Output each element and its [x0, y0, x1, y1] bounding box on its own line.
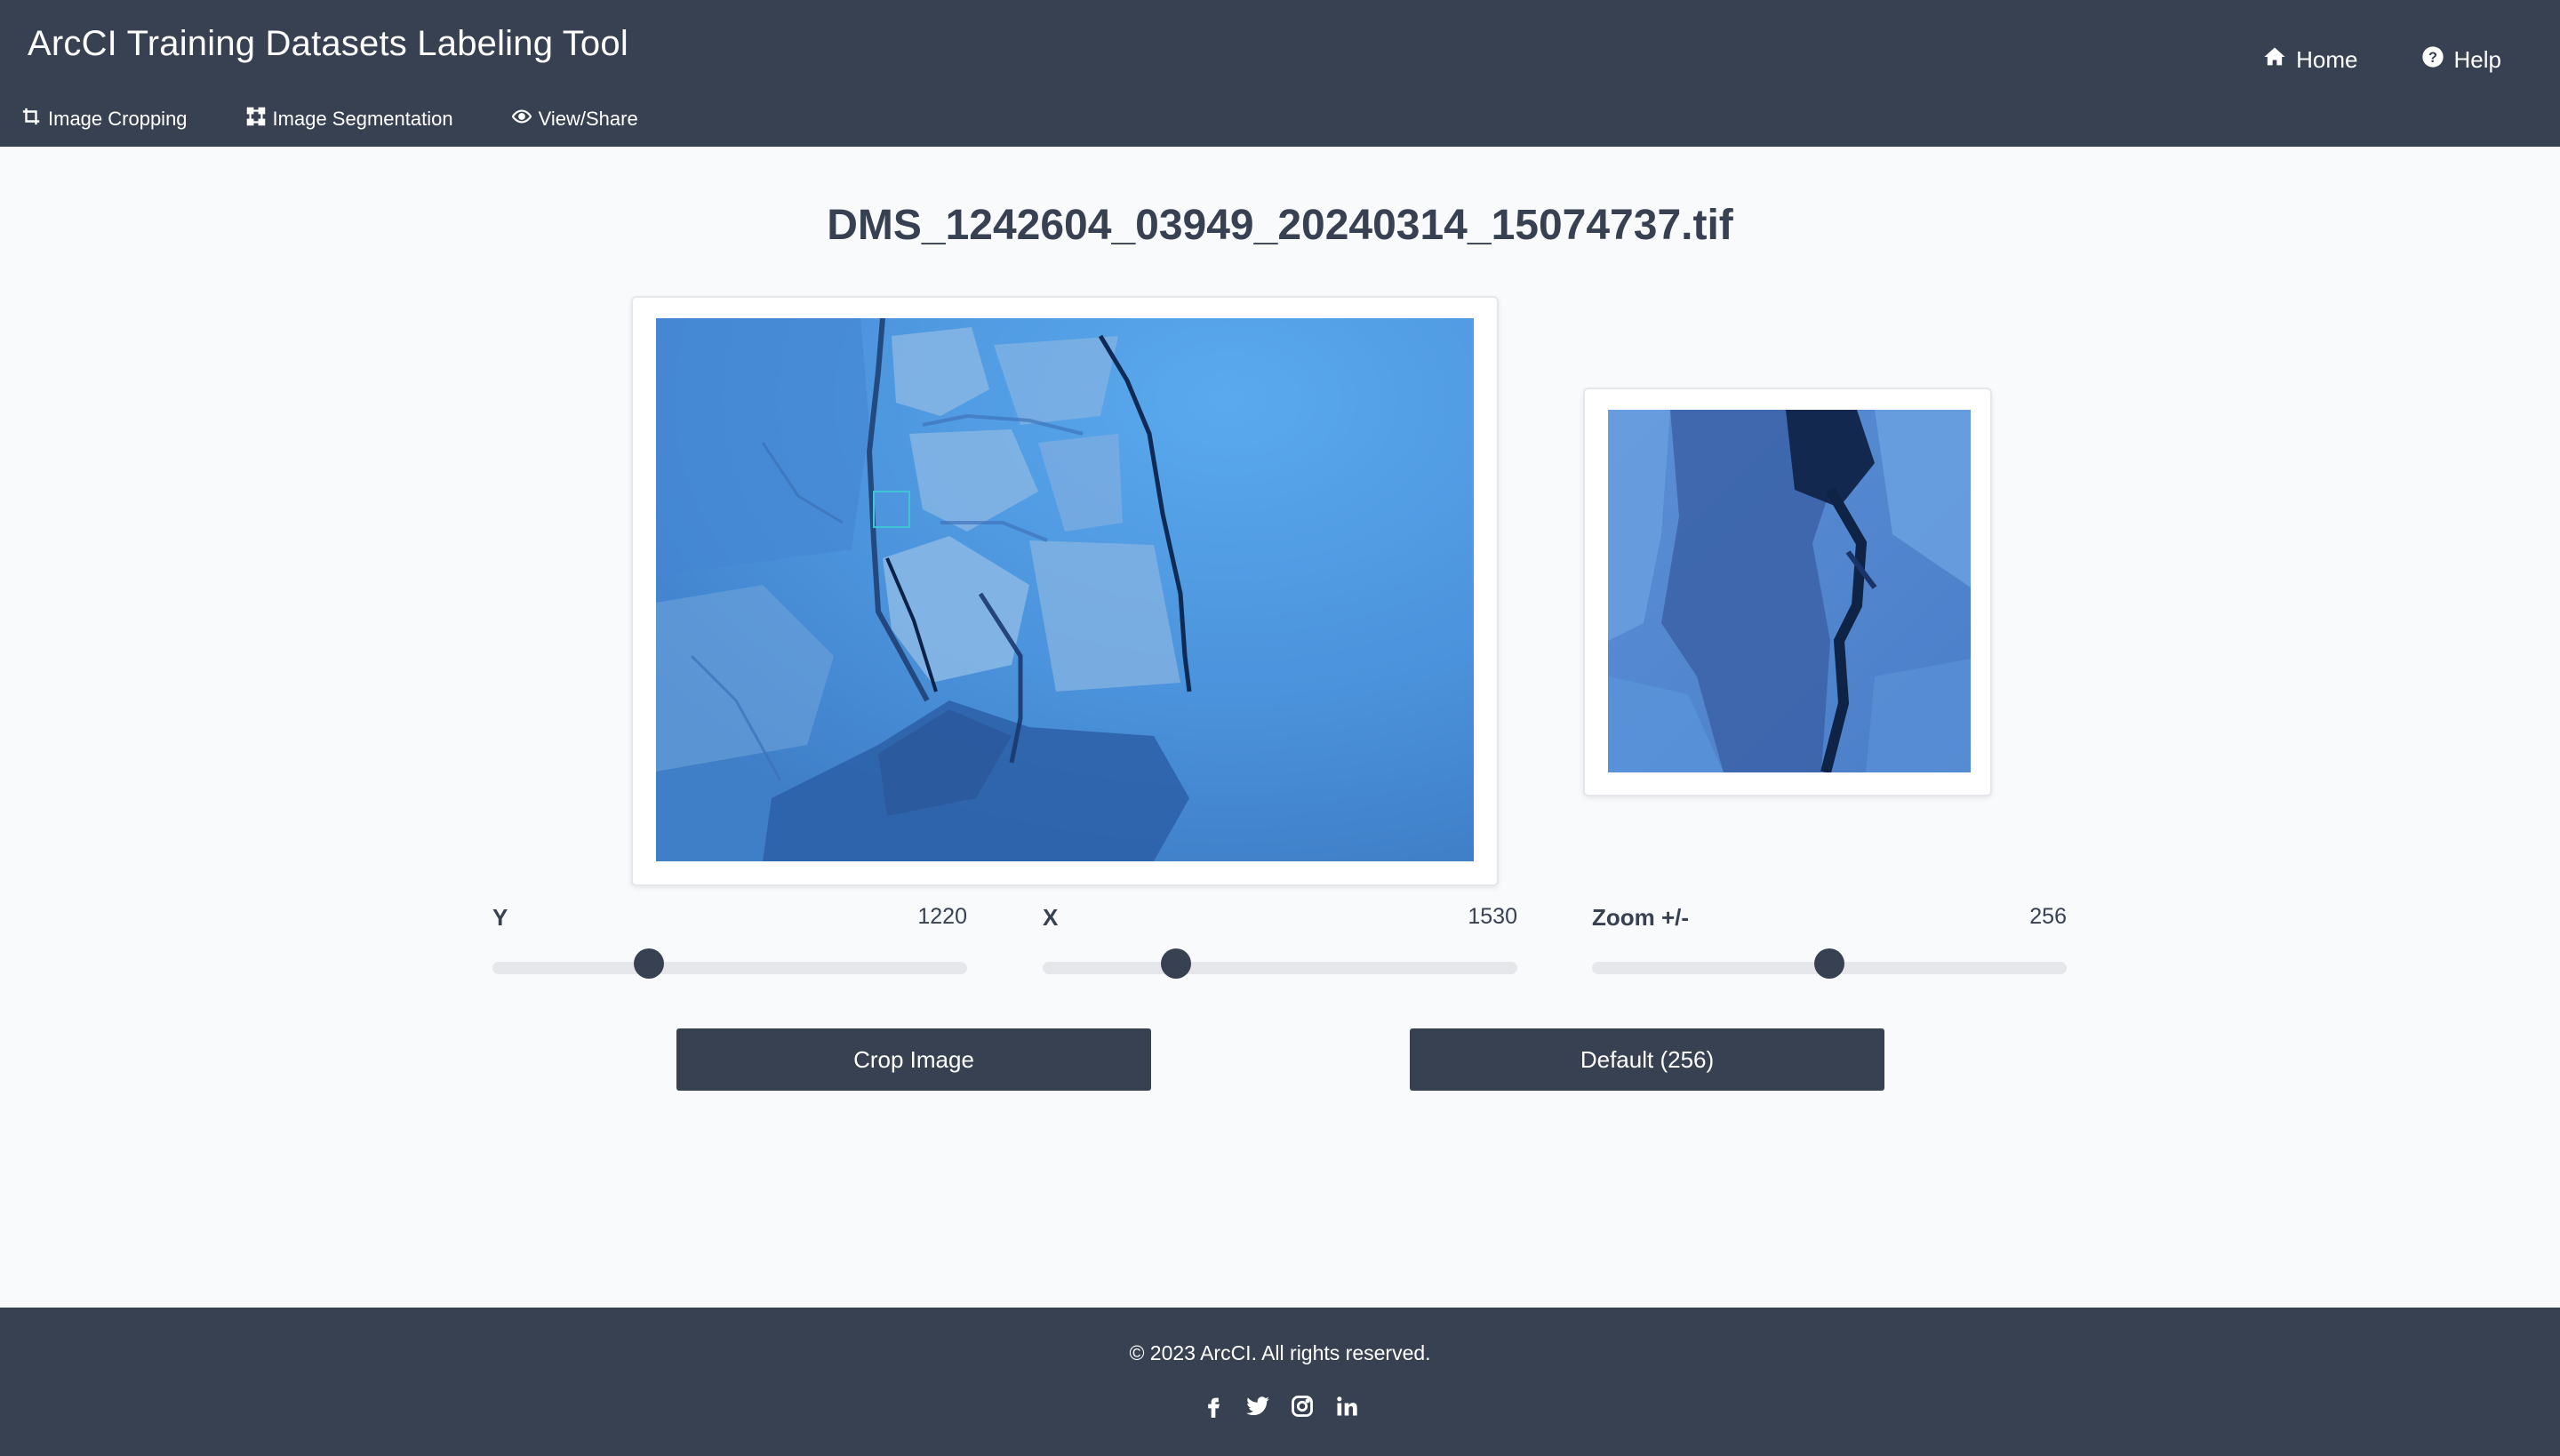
app-title: ArcCI Training Datasets Labeling Tool	[28, 24, 628, 63]
nav-image-segmentation-label: Image Segmentation	[272, 108, 453, 130]
nav-view-share[interactable]: View/Share	[511, 107, 638, 132]
nav-image-cropping[interactable]: Image Cropping	[21, 107, 188, 132]
app-header: ArcCI Training Datasets Labeling Tool Ho…	[0, 0, 2560, 147]
instagram-icon[interactable]	[1290, 1393, 1315, 1420]
zoom-slider-group: Zoom +/- 256	[1592, 900, 2067, 979]
sea-ice-image[interactable]	[656, 318, 1474, 861]
home-link[interactable]: Home	[2262, 44, 2358, 76]
help-link[interactable]: ? Help	[2420, 44, 2501, 76]
x-slider-label: X	[1043, 904, 1059, 931]
y-slider-thumb[interactable]	[634, 948, 665, 979]
facebook-icon[interactable]	[1201, 1393, 1226, 1420]
page-footer: © 2023 ArcCI. All rights reserved.	[0, 1308, 2560, 1456]
zoom-slider-value: 256	[2029, 904, 2067, 929]
y-slider-group: Y 1220	[492, 900, 967, 979]
y-slider-value: 1220	[917, 904, 967, 929]
crop-icon	[21, 107, 41, 132]
zoom-slider-label: Zoom +/-	[1592, 904, 1690, 931]
zoom-slider-thumb[interactable]	[1814, 948, 1844, 979]
zoom-preview-card	[1583, 388, 1992, 796]
x-slider-thumb[interactable]	[1160, 948, 1191, 979]
sub-nav: Image Cropping Image Segmentation View/S…	[21, 107, 638, 132]
main-image-card	[631, 296, 1499, 886]
linkedin-icon[interactable]	[1334, 1393, 1359, 1420]
file-title: DMS_1242604_03949_20240314_15074737.tif	[827, 202, 1733, 249]
x-slider-group: X 1530	[1043, 900, 1517, 979]
eye-icon	[511, 107, 532, 132]
home-icon	[2262, 44, 2287, 76]
x-slider-track[interactable]	[1043, 962, 1517, 974]
y-slider-label: Y	[492, 904, 508, 931]
nav-view-share-label: View/Share	[538, 108, 638, 130]
nav-image-segmentation[interactable]: Image Segmentation	[246, 107, 453, 132]
vector-square-icon	[246, 107, 266, 132]
help-label: Help	[2453, 46, 2501, 73]
svg-text:?: ?	[2428, 50, 2437, 66]
zoom-preview-image	[1608, 410, 1971, 772]
x-slider-value: 1530	[1468, 904, 1517, 929]
crop-image-button[interactable]: Crop Image	[676, 1028, 1151, 1091]
copyright-text: © 2023 ArcCI. All rights reserved.	[1129, 1341, 1431, 1364]
social-links	[0, 1393, 2560, 1420]
home-label: Home	[2296, 46, 2358, 73]
y-slider-track[interactable]	[492, 962, 967, 974]
default-zoom-button[interactable]: Default (256)	[1410, 1028, 1884, 1091]
question-circle-icon: ?	[2420, 44, 2445, 76]
top-nav: Home ? Help	[2262, 44, 2501, 76]
twitter-icon[interactable]	[1245, 1393, 1270, 1420]
nav-image-cropping-label: Image Cropping	[48, 108, 188, 130]
